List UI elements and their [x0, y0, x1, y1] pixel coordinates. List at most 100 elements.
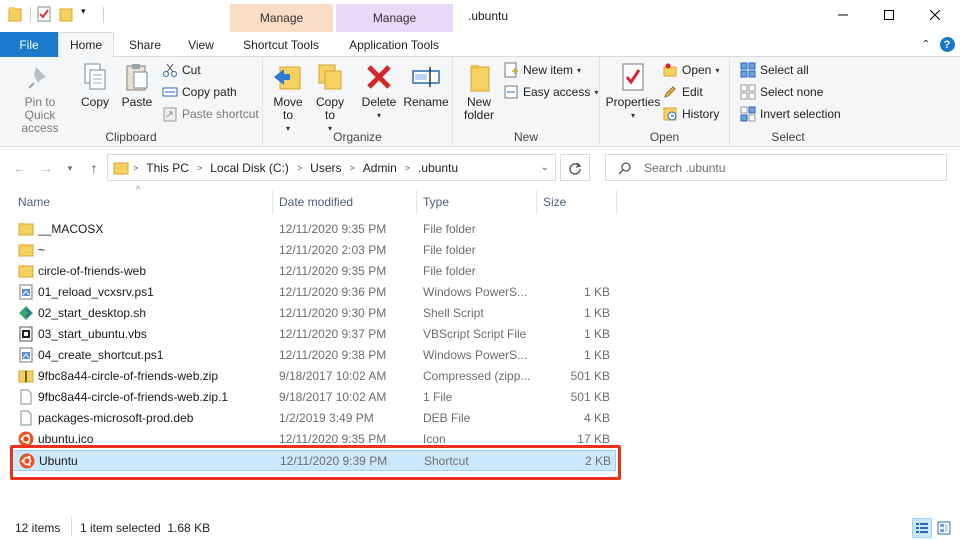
- new-folder-icon: [470, 65, 490, 92]
- select-none-button[interactable]: Select none: [740, 82, 823, 102]
- folder-icon: [18, 263, 34, 279]
- details-view-button[interactable]: [912, 518, 932, 538]
- properties-button[interactable]: Properties ▾: [604, 61, 662, 122]
- select-all-label: Select all: [760, 63, 809, 77]
- folder-icon: [18, 221, 34, 237]
- new-folder-icon[interactable]: [59, 6, 75, 24]
- file-name: 9fbc8a44-circle-of-friends-web.zip: [38, 369, 219, 383]
- group-label-clipboard: Clipboard: [105, 130, 157, 144]
- chevron-right-icon[interactable]: >: [193, 163, 206, 173]
- file-type: Shell Script: [423, 306, 484, 320]
- file-name: __MACOSX: [38, 222, 104, 236]
- customize-qat-icon[interactable]: ▾: [81, 6, 97, 24]
- breadcrumb-ubuntu[interactable]: .ubuntu: [414, 161, 462, 175]
- paste-button[interactable]: Paste: [118, 61, 156, 109]
- tab-view[interactable]: View: [178, 32, 224, 57]
- item-count: 12 items: [15, 521, 61, 535]
- address-dropdown-icon[interactable]: ⌄: [541, 162, 549, 173]
- breadcrumb-users[interactable]: Users: [306, 161, 345, 175]
- file-row[interactable]: packages-microsoft-prod.deb 1/2/2019 3:49…: [12, 408, 616, 429]
- file-row[interactable]: ubuntu.ico 12/11/2020 9:35 PM Icon 17 KB: [12, 429, 616, 450]
- file-icon: [18, 410, 34, 426]
- up-button[interactable]: ↑: [84, 158, 104, 178]
- tab-shortcut-tools[interactable]: Shortcut Tools: [232, 32, 330, 57]
- help-button[interactable]: ?: [938, 32, 956, 57]
- select-all-button[interactable]: Select all: [740, 60, 809, 80]
- file-row[interactable]: 9fbc8a44-circle-of-friends-web.zip.1 9/18…: [12, 387, 616, 408]
- file-row[interactable]: 03_start_ubuntu.vbs 12/11/2020 9:37 PM VBS…: [12, 324, 616, 345]
- large-icons-view-button[interactable]: [934, 518, 954, 538]
- minimize-button[interactable]: [820, 0, 866, 30]
- tab-home[interactable]: Home: [58, 32, 114, 58]
- maximize-button[interactable]: [866, 0, 912, 30]
- close-button[interactable]: [912, 0, 958, 30]
- file-type: Shortcut: [424, 454, 469, 468]
- invert-selection-button[interactable]: Invert selection: [740, 104, 841, 124]
- easy-access-button[interactable]: Easy access ▾: [503, 82, 598, 102]
- tab-file[interactable]: File: [0, 32, 58, 57]
- new-item-button[interactable]: New item ▾: [503, 60, 581, 80]
- script-icon: [18, 347, 34, 363]
- file-row[interactable]: 02_start_desktop.sh 12/11/2020 9:30 PM She…: [12, 303, 616, 324]
- open-button[interactable]: Open ▾: [662, 60, 719, 80]
- file-row[interactable]: 9fbc8a44-circle-of-friends-web.zip 9/18/2…: [12, 366, 616, 387]
- file-type: VBScript Script File: [423, 327, 527, 341]
- file-row[interactable]: 01_reload_vcxsrv.ps1 12/11/2020 9:36 PM Wi…: [12, 282, 616, 303]
- cut-button[interactable]: Cut: [162, 60, 201, 80]
- ribbon-expand-button[interactable]: ⌃: [916, 32, 936, 57]
- file-row[interactable]: Ubuntu 12/11/2020 9:39 PM Shortcut 2 KB: [12, 450, 616, 471]
- copy-path-button[interactable]: Copy path: [162, 82, 237, 102]
- address-bar[interactable]: > This PC > Local Disk (C:) > Users > Ad…: [107, 154, 556, 181]
- column-header-date[interactable]: Date modified: [273, 190, 417, 214]
- breadcrumb-admin[interactable]: Admin: [359, 161, 401, 175]
- history-button[interactable]: History: [662, 104, 719, 124]
- file-size: 1 KB: [583, 327, 610, 341]
- file-size: 1 KB: [583, 285, 610, 299]
- copy-to-button[interactable]: Copy to ▾: [312, 61, 348, 135]
- new-folder-label: New folder: [463, 95, 495, 122]
- file-size: 17 KB: [577, 432, 610, 446]
- new-item-icon: [504, 62, 518, 78]
- file-row[interactable]: ~12/11/2020 2:03 PM File folder: [12, 240, 616, 261]
- breadcrumb-this-pc[interactable]: This PC: [142, 161, 193, 175]
- edit-button[interactable]: Edit: [662, 82, 703, 102]
- tab-application-tools[interactable]: Application Tools: [338, 32, 450, 57]
- file-date: 12/11/2020 9:35 PM: [279, 264, 387, 278]
- column-header-type[interactable]: Type: [417, 190, 537, 214]
- forward-button[interactable]: →: [36, 158, 56, 178]
- pin-icon: [28, 67, 46, 89]
- paste-shortcut-label: Paste shortcut: [182, 107, 259, 121]
- file-row[interactable]: circle-of-friends-web 12/11/2020 9:35 PM F…: [12, 261, 616, 282]
- chevron-right-icon[interactable]: >: [346, 163, 359, 173]
- easy-access-label: Easy access: [523, 85, 591, 99]
- search-box[interactable]: Search .ubuntu: [605, 154, 947, 181]
- properties-icon[interactable]: [37, 6, 53, 24]
- file-type: Compressed (zipp...: [423, 369, 531, 383]
- rename-button[interactable]: Rename: [403, 61, 449, 109]
- paste-shortcut-button[interactable]: Paste shortcut: [162, 104, 259, 124]
- file-size: 2 KB: [584, 454, 611, 468]
- column-header-name[interactable]: Name: [12, 190, 273, 214]
- file-type: File folder: [423, 243, 476, 257]
- column-header-size[interactable]: Size: [537, 190, 617, 214]
- breadcrumb-local-disk[interactable]: Local Disk (C:): [206, 161, 293, 175]
- file-row[interactable]: 04_create_shortcut.ps1 12/11/2020 9:38 PM…: [12, 345, 616, 366]
- context-header-manage-shortcut: Manage: [230, 4, 333, 32]
- copy-button[interactable]: Copy: [77, 61, 113, 109]
- back-button[interactable]: ←: [10, 158, 30, 178]
- file-name: 04_create_shortcut.ps1: [38, 348, 164, 362]
- ubuntu-icon: [18, 431, 34, 447]
- pin-quick-access-button[interactable]: Pin to Quick access: [6, 61, 74, 135]
- refresh-button[interactable]: [560, 154, 590, 181]
- invert-selection-icon: [740, 106, 756, 122]
- recent-locations-button[interactable]: ▾: [60, 158, 80, 178]
- chevron-right-icon[interactable]: >: [293, 163, 306, 173]
- paste-icon: [126, 64, 148, 91]
- file-row[interactable]: __MACOSX 12/11/2020 9:35 PM File folder: [12, 219, 616, 240]
- chevron-right-icon[interactable]: >: [401, 163, 414, 173]
- tab-share[interactable]: Share: [120, 32, 170, 57]
- new-folder-button[interactable]: New folder: [461, 61, 497, 122]
- move-to-button[interactable]: Move to ▾: [271, 61, 305, 135]
- file-size: 4 KB: [583, 411, 610, 425]
- delete-button[interactable]: Delete ▾: [360, 61, 398, 122]
